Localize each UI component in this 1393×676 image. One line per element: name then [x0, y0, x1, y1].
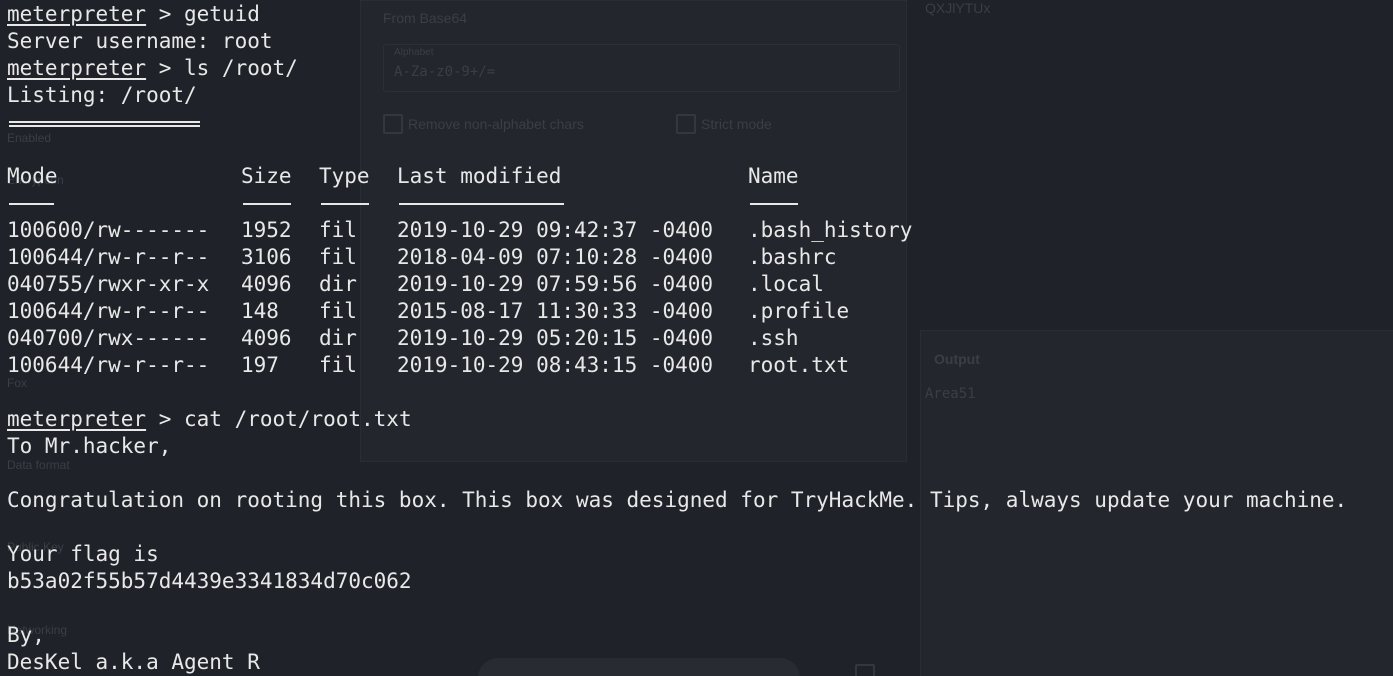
- meterpreter-prompt: meterpreter: [7, 407, 147, 431]
- ghost-output-label: Output: [934, 351, 980, 367]
- ghost-output-value: Area51: [925, 386, 976, 402]
- command-line-cat: meterpreter > cat /root/root.txt: [7, 406, 412, 433]
- cell-modified: 2018-04-09 07:10:28 -0400: [397, 245, 714, 269]
- cell-size: 1952: [241, 218, 292, 242]
- meterpreter-prompt: meterpreter: [7, 56, 147, 80]
- cell-modified: 2015-08-17 11:30:33 -0400: [397, 299, 714, 323]
- header-mode: Mode: [7, 164, 58, 188]
- ghost-alphabet-label: Alphabet: [394, 47, 434, 58]
- ghost-strict-label: Strict mode: [701, 116, 772, 132]
- cell-size: 148: [241, 299, 279, 323]
- cell-modified: 2019-10-29 09:42:37 -0400: [397, 218, 714, 242]
- output-signoff: By,: [7, 623, 45, 647]
- cell-mode: 100600/rw-------: [7, 218, 210, 242]
- cell-type: dir: [319, 326, 357, 350]
- header-name: Name: [748, 164, 799, 188]
- cell-mode: 100644/rw-r--r--: [7, 299, 210, 323]
- cell-modified: 2019-10-29 07:59:56 -0400: [397, 272, 714, 296]
- cell-mode: 100644/rw-r--r--: [7, 353, 210, 377]
- command-text: > cat /root/root.txt: [146, 407, 412, 431]
- cell-size: 3106: [241, 245, 292, 269]
- ghost-top-right: QXJlYTUx: [925, 0, 991, 16]
- output-flag-label: Your flag is: [7, 542, 159, 566]
- output-author: DesKel a.k.a Agent R: [7, 650, 260, 674]
- header-rule-type: [321, 203, 369, 205]
- cell-name: .bash_history: [748, 218, 913, 242]
- ghost-checkbox-strict: [676, 114, 696, 134]
- cell-type: fil: [319, 218, 357, 242]
- output-flag-value: b53a02f55b57d4439e3341834d70c062: [7, 569, 412, 593]
- ghost-side-1: Enabled: [7, 131, 52, 145]
- cell-modified: 2019-10-29 05:20:15 -0400: [397, 326, 714, 350]
- cell-name: .bashrc: [748, 245, 837, 269]
- ghost-checkbox-remove: [383, 114, 403, 134]
- header-rule-size: [243, 203, 291, 205]
- ghost-alphabet-value: A-Za-z0-9+/=: [394, 64, 496, 80]
- command-line-getuid: meterpreter > getuid: [7, 1, 260, 28]
- cell-mode: 040755/rwxr-xr-x: [7, 272, 210, 296]
- cell-size: 4096: [241, 272, 292, 296]
- ghost-checkbox-autobake: [855, 664, 875, 676]
- command-text: > ls /root/: [146, 56, 298, 80]
- ghost-operation-title: From Base64: [383, 10, 468, 26]
- cell-name: .local: [748, 272, 824, 296]
- cell-size: 197: [241, 353, 279, 377]
- cell-mode: 100644/rw-r--r--: [7, 245, 210, 269]
- ghost-side-3: Data format: [7, 458, 70, 472]
- cell-type: fil: [319, 353, 357, 377]
- cell-size: 4096: [241, 326, 292, 350]
- cell-modified: 2019-10-29 08:43:15 -0400: [397, 353, 714, 377]
- cell-name: .ssh: [748, 326, 799, 350]
- header-rule-modified: [399, 203, 564, 205]
- header-type: Type: [319, 164, 370, 188]
- terminal-window[interactable]: From Base64 Alphabet A-Za-z0-9+/= Remove…: [0, 0, 1393, 676]
- header-rule-name: [750, 203, 798, 205]
- cell-name: root.txt: [748, 353, 850, 377]
- output-congrats: Congratulation on rooting this box. This…: [7, 488, 1348, 512]
- listing-underline: [9, 121, 200, 127]
- ghost-remove-label: Remove non-alphabet chars: [408, 116, 584, 132]
- ghost-bake-button: [478, 658, 800, 676]
- output-listing: Listing: /root/: [7, 83, 197, 107]
- command-text: > getuid: [146, 2, 260, 26]
- command-line-ls: meterpreter > ls /root/: [7, 55, 298, 82]
- header-modified: Last modified: [397, 164, 562, 188]
- cell-type: fil: [319, 245, 357, 269]
- output-greeting: To Mr.hacker,: [7, 434, 172, 458]
- cell-name: .profile: [748, 299, 850, 323]
- cell-mode: 040700/rwx------: [7, 326, 210, 350]
- header-size: Size: [241, 164, 292, 188]
- header-rule-mode: [9, 203, 54, 205]
- meterpreter-prompt: meterpreter: [7, 2, 147, 26]
- cell-type: dir: [319, 272, 357, 296]
- cell-type: fil: [319, 299, 357, 323]
- output-username: Server username: root: [7, 29, 273, 53]
